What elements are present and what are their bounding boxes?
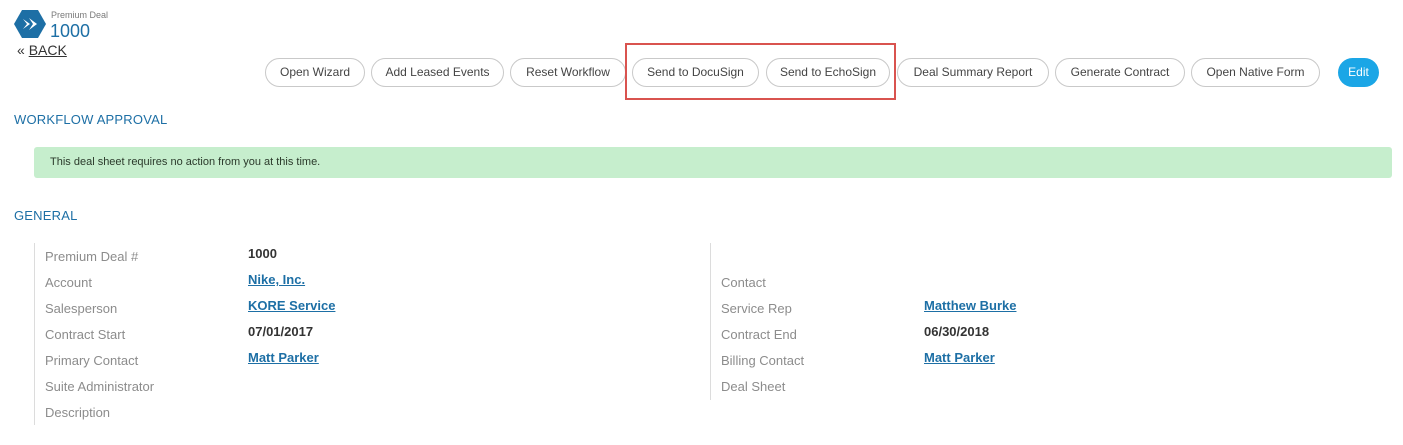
edit-button[interactable]: Edit <box>1338 58 1379 87</box>
description-label: Description <box>45 405 111 420</box>
premium-deal-label: Premium Deal # <box>45 249 139 264</box>
premium-deal-value: 1000 <box>248 246 277 261</box>
right-column-divider <box>710 243 711 400</box>
open-wizard-button[interactable]: Open Wizard <box>265 58 365 87</box>
billing-contact-label: Billing Contact <box>721 353 805 368</box>
deal-number: 1000 <box>50 21 91 41</box>
back-link[interactable]: « BACK <box>17 42 67 58</box>
general-heading: GENERAL <box>14 208 78 223</box>
salesperson-label: Salesperson <box>45 301 118 316</box>
contract-end-value: 06/30/2018 <box>924 324 990 339</box>
left-column-divider <box>34 243 35 425</box>
deal-type-label: Premium Deal <box>51 10 109 20</box>
suite-administrator-label: Suite Administrator <box>45 379 155 394</box>
contract-start-label: Contract Start <box>45 327 126 342</box>
service-rep-label: Service Rep <box>721 301 792 316</box>
service-rep-link[interactable]: Matthew Burke <box>924 298 1016 313</box>
contact-label: Contact <box>721 275 766 290</box>
account-link[interactable]: Nike, Inc. <box>248 272 305 287</box>
primary-contact-link[interactable]: Matt Parker <box>248 350 319 365</box>
contract-start-value: 07/01/2017 <box>248 324 314 339</box>
contract-end-label: Contract End <box>721 327 797 342</box>
open-native-form-button[interactable]: Open Native Form <box>1191 58 1320 87</box>
account-label: Account <box>45 275 92 290</box>
workflow-alert: This deal sheet requires no action from … <box>34 147 1392 178</box>
generate-contract-button[interactable]: Generate Contract <box>1055 58 1185 87</box>
primary-contact-label: Primary Contact <box>45 353 139 368</box>
salesperson-link[interactable]: KORE Service <box>248 298 335 313</box>
kore-logo-icon <box>14 9 46 39</box>
reset-workflow-button[interactable]: Reset Workflow <box>510 58 626 87</box>
back-arrow-icon: « <box>17 42 25 58</box>
workflow-approval-heading: WORKFLOW APPROVAL <box>14 112 168 127</box>
deal-summary-report-button[interactable]: Deal Summary Report <box>897 58 1049 87</box>
back-label: BACK <box>28 42 67 58</box>
highlight-box <box>625 43 896 100</box>
add-leased-events-button[interactable]: Add Leased Events <box>371 58 504 87</box>
deal-sheet-label: Deal Sheet <box>721 379 786 394</box>
billing-contact-link[interactable]: Matt Parker <box>924 350 995 365</box>
